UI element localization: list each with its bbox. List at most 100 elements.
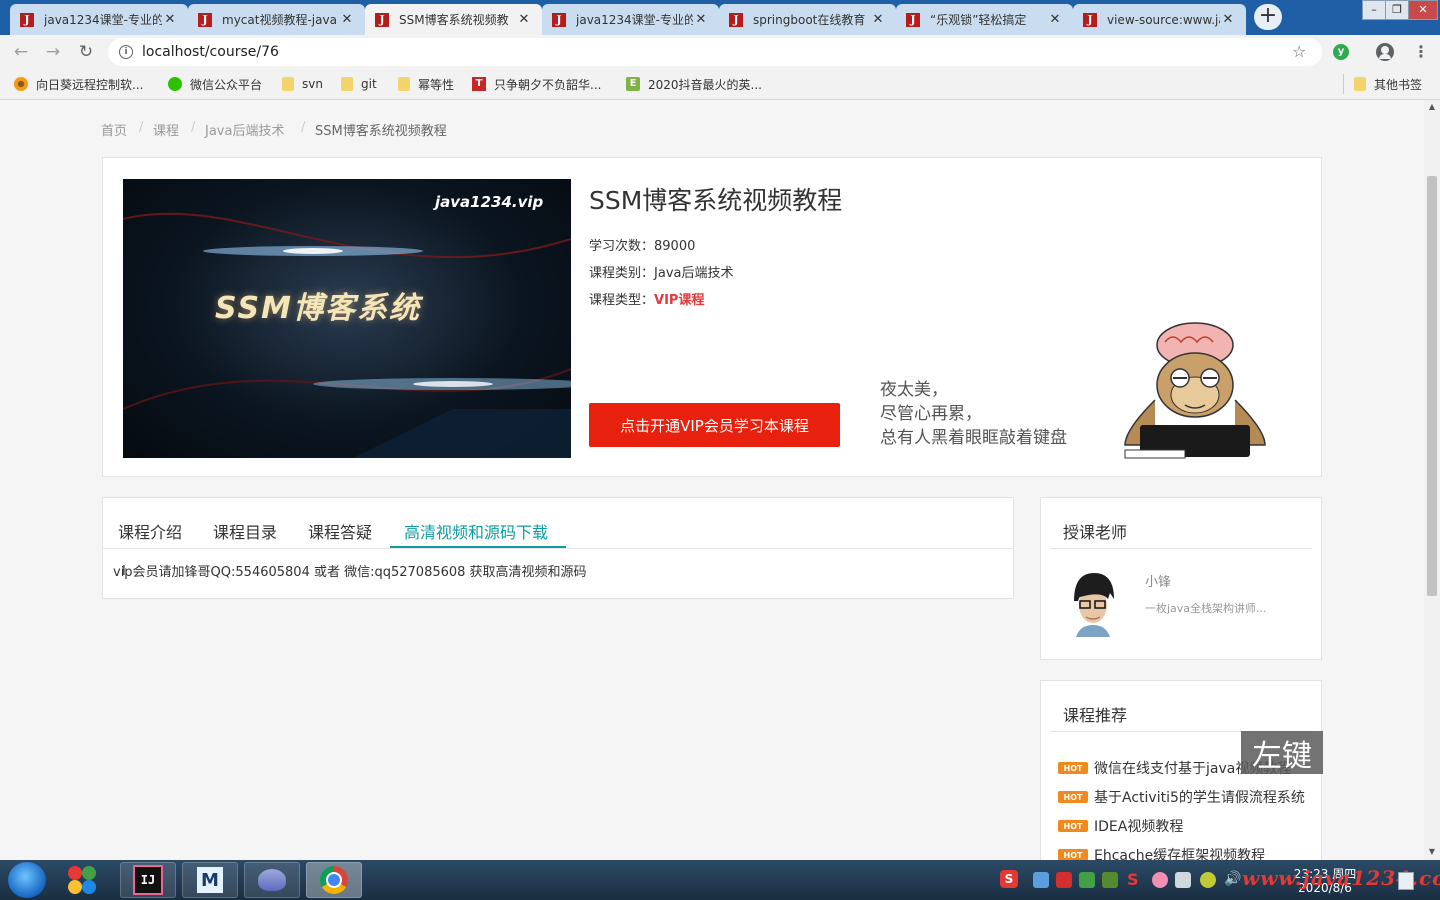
close-icon[interactable]: ✕ [1220, 12, 1236, 27]
breadcrumb-separator: / [191, 120, 196, 135]
bookmark-folder[interactable]: 幂等性 [398, 76, 454, 92]
bookmark-label: 幂等性 [418, 77, 455, 92]
study-count-value: 89000 [654, 239, 696, 254]
breadcrumb-courses[interactable]: 课程 [153, 120, 179, 139]
tray-plus-icon[interactable] [1200, 872, 1216, 888]
intellij-taskbar-button[interactable]: IJ [120, 862, 176, 898]
window-close-button[interactable]: ✕ [1408, 0, 1438, 20]
close-icon[interactable]: ✕ [870, 12, 886, 27]
java1234-favicon-icon: J [729, 12, 743, 27]
tab-course-catalog[interactable]: 课程目录 [213, 519, 277, 543]
browser-tab-active[interactable]: J SSM博客系统视频教 ✕ [365, 4, 542, 35]
tab-hd-video-download[interactable]: 高清视频和源码下载 [404, 519, 548, 543]
bookmark-label: 2020抖音最火的英... [648, 77, 762, 92]
recommend-item[interactable]: HOT 基于Activiti5的学生请假流程系统 [1058, 787, 1305, 807]
menu-dots-icon[interactable]: ⋮ [1413, 42, 1429, 61]
tray-network-icon[interactable] [1175, 872, 1191, 888]
recommend-item-label[interactable]: IDEA视频教程 [1094, 816, 1183, 836]
study-count: 学习次数：89000 [589, 235, 695, 254]
bookmark-item[interactable]: T 只争朝夕不负韶华... [472, 76, 601, 92]
browser-tab[interactable]: J mycat视频教程-java ✕ [188, 4, 365, 35]
breadcrumb-category[interactable]: Java后端技术 [205, 120, 284, 139]
browser-tab[interactable]: J view-source:www.ja ✕ [1073, 4, 1246, 35]
scrollbar-thumb[interactable] [1427, 176, 1437, 596]
java1234-favicon-icon: J [1083, 12, 1097, 27]
course-cover-image: java1234.vip SSM博客系统 [123, 179, 571, 458]
profile-avatar-icon[interactable] [1376, 43, 1394, 61]
photos-app-icon[interactable] [64, 864, 100, 896]
browser-tab[interactable]: J springboot在线教育 ✕ [719, 4, 896, 35]
breadcrumb-home[interactable]: 首页 [101, 120, 127, 139]
mindmaster-taskbar-button[interactable]: M [182, 862, 238, 898]
teacher-description: 一枚java全栈架构讲师... [1145, 602, 1267, 615]
bookmark-item[interactable]: 向日葵远程控制软... [14, 76, 143, 92]
other-bookmarks[interactable]: 其他书签 [1354, 76, 1422, 92]
tray-cube-icon[interactable] [1033, 872, 1049, 888]
scroll-down-arrow-icon[interactable]: ▼ [1424, 847, 1440, 856]
reload-icon[interactable]: ↻ [74, 40, 98, 64]
teacher-heading: 授课老师 [1063, 523, 1128, 542]
m-app-icon: M [197, 867, 223, 893]
close-icon[interactable]: ✕ [693, 12, 709, 27]
intellij-icon: IJ [133, 865, 163, 895]
new-tab-button[interactable]: + [1254, 4, 1282, 30]
tray-shield-icon[interactable] [1079, 872, 1095, 888]
minimize-button[interactable]: – [1362, 0, 1386, 20]
star-icon[interactable]: ☆ [1292, 42, 1306, 61]
study-count-label: 学习次数： [589, 239, 655, 254]
bookmark-divider [1343, 74, 1344, 94]
folder-icon [282, 77, 294, 91]
action-center-icon[interactable] [1398, 872, 1414, 890]
tab-course-intro[interactable]: 课程介绍 [118, 519, 182, 543]
close-icon[interactable]: ✕ [162, 12, 178, 27]
sogou-ime-icon[interactable]: S [1000, 870, 1018, 888]
scroll-up-arrow-icon[interactable]: ▲ [1424, 102, 1440, 111]
poem-line: 总有人黑着眼眶敲着键盘 [880, 428, 1067, 448]
category-value: Java后端技术 [654, 266, 734, 281]
teacher-divider [1050, 548, 1312, 549]
browser-tab[interactable]: J java1234课堂-专业的 ✕ [10, 4, 188, 35]
folder-icon [1354, 77, 1366, 91]
open-vip-button[interactable]: 点击开通VIP会员学习本课程 [589, 403, 840, 447]
left-click-key-overlay: 左键 [1241, 731, 1323, 774]
address-bar[interactable] [108, 38, 1322, 66]
browser-tab[interactable]: J java1234课堂-专业的 ✕ [542, 4, 719, 35]
bookmark-item[interactable]: 微信公众平台 [168, 76, 262, 92]
back-arrow-icon[interactable]: ← [9, 40, 33, 64]
close-icon[interactable]: ✕ [339, 12, 355, 27]
teacher-name[interactable]: 小锋 [1145, 571, 1171, 590]
start-button-icon[interactable] [8, 862, 46, 898]
info-icon[interactable]: i [119, 45, 133, 59]
recommend-item[interactable]: HOT IDEA视频教程 [1058, 816, 1183, 836]
hot-badge-icon: HOT [1058, 762, 1088, 774]
folder-icon [398, 77, 410, 91]
tab-title: “乐观锁”轻松搞定 [930, 13, 1027, 27]
extension-icon[interactable]: y [1333, 44, 1349, 60]
bookmark-label: svn [302, 77, 323, 91]
volume-icon[interactable]: 🔊 [1224, 871, 1241, 887]
vip-notice-text: vip会员请加锋哥QQ:554605804 或者 微信:qq527085608 … [113, 565, 587, 580]
tray-flower-icon[interactable] [1152, 872, 1168, 888]
monkey-coder-illustration [1124, 322, 1266, 459]
bookmark-folder[interactable]: svn [282, 76, 323, 92]
browser-tab[interactable]: J “乐观锁”轻松搞定 ✕ [896, 4, 1073, 35]
close-icon[interactable]: ✕ [1047, 12, 1063, 27]
tray-s-icon[interactable]: S [1127, 872, 1143, 888]
tray-input-icon[interactable] [1056, 872, 1072, 888]
poem-line: 尽管心再累， [880, 404, 982, 424]
chrome-taskbar-button[interactable] [306, 862, 362, 898]
bookmark-item[interactable]: E 2020抖音最火的英... [626, 76, 762, 92]
dolphin-taskbar-button[interactable] [244, 862, 300, 898]
close-icon[interactable]: ✕ [516, 12, 532, 27]
forward-arrow-icon[interactable]: → [41, 40, 65, 64]
tab-title: view-source:www.ja [1107, 12, 1220, 27]
tray-nvidia-icon[interactable] [1102, 872, 1118, 888]
bookmark-folder[interactable]: git [341, 76, 377, 92]
course-category: 课程类别：Java后端技术 [589, 262, 733, 281]
maximize-button[interactable]: ❐ [1385, 0, 1409, 20]
type-value: VIP课程 [654, 293, 705, 308]
tab-course-qa[interactable]: 课程答疑 [308, 519, 372, 543]
recommend-item-label[interactable]: 基于Activiti5的学生请假流程系统 [1094, 787, 1305, 807]
url-text[interactable]: localhost/course/76 [142, 44, 279, 60]
dolphin-app-icon [258, 869, 286, 891]
